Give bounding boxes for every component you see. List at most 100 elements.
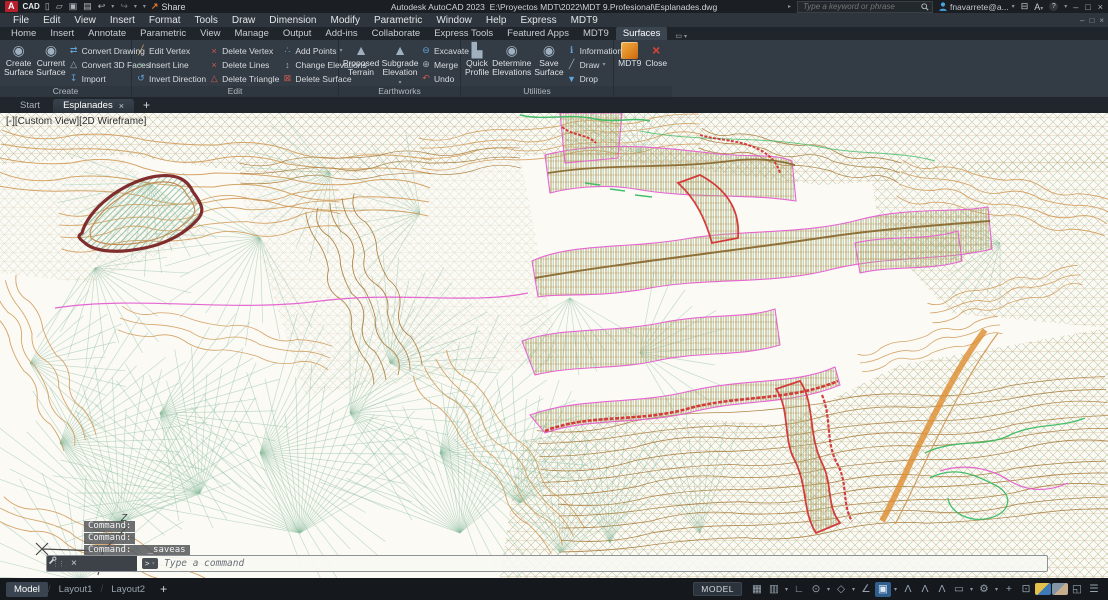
invert-direction-button[interactable]: ↺ Invert Direction (136, 72, 206, 85)
command-close-icon[interactable]: × (71, 558, 77, 569)
close-surfaces-button[interactable]: × Close (645, 42, 669, 68)
undo-icon[interactable]: ↩ (98, 1, 106, 12)
search-input[interactable] (800, 1, 918, 12)
layout-tab-model[interactable]: Model (6, 581, 48, 597)
polar-caret-icon[interactable]: ▾ (825, 586, 832, 593)
scale-list-caret-icon[interactable]: ▾ (968, 586, 975, 593)
annotation-scale-icon[interactable]: Ʌ (934, 582, 950, 597)
isodraft-caret-icon[interactable]: ▾ (850, 586, 857, 593)
command-line-bar[interactable]: ⋮⋮ × > ▾ Type a command (46, 555, 1048, 572)
file-tab-close-icon[interactable]: × (119, 101, 124, 111)
snap-mode-icon[interactable]: ▥ (766, 582, 782, 597)
proposed-terrain-button[interactable]: ▲ Proposed Terrain (343, 42, 379, 77)
object-snap-caret-icon[interactable]: ▾ (892, 586, 899, 593)
drawing-viewport[interactable]: [-][Custom View][2D Wireframe] Z Command… (0, 113, 1108, 578)
tab-output[interactable]: Output (276, 27, 319, 40)
edit-vertex-button[interactable]: ╱ Edit Vertex (136, 44, 206, 57)
recent-commands-icon[interactable]: > ▾ (142, 558, 159, 569)
file-tab-esplanades[interactable]: Esplanades × (53, 99, 134, 113)
polar-tracking-icon[interactable]: ⊙ (808, 582, 824, 597)
tab-surfaces[interactable]: Surfaces (615, 27, 668, 40)
panel-label-utilities[interactable]: Utilities (461, 86, 613, 97)
menu-modify[interactable]: Modify (324, 15, 367, 26)
help-icon[interactable]: ? (1049, 2, 1059, 11)
ribbon-display-toggle[interactable]: ▭ ▾ (675, 32, 687, 40)
object-snap-icon[interactable]: ▣ (875, 581, 891, 597)
layout-tab-layout2[interactable]: Layout2 (103, 582, 153, 597)
delete-vertex-button[interactable]: × Delete Vertex (209, 44, 279, 57)
menu-edit[interactable]: Edit (36, 15, 67, 26)
delete-lines-button[interactable]: × Delete Lines (209, 58, 279, 71)
menu-tools[interactable]: Tools (188, 15, 225, 26)
isolate-objects-icon[interactable]: ⊡ (1018, 582, 1034, 597)
menu-draw[interactable]: Draw (225, 15, 262, 26)
menu-express[interactable]: Express (513, 15, 563, 26)
customization-menu-icon[interactable]: ☰ (1086, 582, 1102, 597)
close-icon[interactable]: × (1098, 2, 1103, 12)
command-input[interactable]: > ▾ Type a command (137, 556, 1047, 571)
help-caret-icon[interactable]: ▾ (1064, 3, 1067, 10)
menu-dimension[interactable]: Dimension (262, 15, 323, 26)
minimize-icon[interactable]: – (1073, 2, 1078, 12)
menu-insert[interactable]: Insert (103, 15, 142, 26)
panel-label-create[interactable]: Create (0, 86, 131, 97)
layout-tab-layout1[interactable]: Layout1 (51, 582, 101, 597)
object-snap-tracking-icon[interactable]: ∠ (858, 582, 874, 597)
determine-elevations-button[interactable]: ◉ Determine Elevations (492, 42, 531, 77)
new-icon[interactable]: ▯ (45, 1, 50, 12)
search-expand-icon[interactable]: ▸ (788, 3, 791, 10)
subgrade-elevation-button[interactable]: ▲ Subgrade Elevation ▾ (382, 42, 419, 86)
doc-minimize-icon[interactable]: – (1080, 16, 1084, 25)
menu-format[interactable]: Format (142, 15, 188, 26)
undo-caret-icon[interactable]: ▾ (111, 3, 114, 10)
menu-window[interactable]: Window (429, 15, 479, 26)
tab-annotate[interactable]: Annotate (81, 27, 133, 40)
workspace-switching-icon[interactable]: ⚙ (976, 582, 992, 597)
clean-screen-icon[interactable]: ◱ (1069, 582, 1085, 597)
open-icon[interactable]: ▱ (56, 1, 63, 12)
ortho-mode-icon[interactable]: ∟ (791, 582, 807, 597)
tab-add-ins[interactable]: Add-ins (318, 27, 364, 40)
search-icon[interactable] (921, 2, 929, 11)
tab-manage[interactable]: Manage (228, 27, 276, 40)
file-tab-start[interactable]: Start (10, 99, 50, 113)
menu-mdt9[interactable]: MDT9 (564, 15, 605, 26)
panel-label-earthworks[interactable]: Earthworks (339, 86, 460, 98)
model-space-button[interactable]: MODEL (693, 582, 742, 596)
grid-display-icon[interactable]: ▦ (749, 582, 765, 597)
qat-overflow-icon[interactable]: ▾ (143, 3, 146, 10)
autocad-app-menu-icon[interactable]: A (5, 1, 18, 12)
annotation-visibility-icon[interactable]: Ʌ (900, 582, 916, 597)
quick-profile-button[interactable]: ▙ Quick Profile (465, 42, 489, 77)
graphics-performance-icon[interactable]: ▰ (1035, 583, 1051, 595)
delete-triangle-button[interactable]: △ Delete Triangle (209, 72, 280, 85)
redo-caret-icon[interactable]: ▾ (134, 3, 137, 10)
save-icon[interactable]: ▣ (69, 1, 78, 12)
doc-restore-icon[interactable]: □ (1089, 16, 1094, 25)
share-button[interactable]: ↗ Share (151, 1, 186, 12)
doc-close-icon[interactable]: × (1099, 16, 1104, 25)
tab-view[interactable]: View (193, 27, 227, 40)
menu-view[interactable]: View (67, 15, 103, 26)
tab-home[interactable]: Home (4, 27, 43, 40)
account-button[interactable]: fnavarrete@a... ▾ (939, 2, 1015, 12)
new-layout-button[interactable]: + (153, 582, 174, 596)
mdt9-button[interactable]: MDT9 (618, 42, 642, 68)
isodraft-icon[interactable]: ◇ (833, 582, 849, 597)
tab-collaborate[interactable]: Collaborate (365, 27, 428, 40)
viewport-controls[interactable]: [-][Custom View][2D Wireframe] (6, 116, 146, 127)
command-line-grip[interactable]: ⋮⋮ × (47, 556, 137, 571)
panel-label-edit[interactable]: Edit (132, 86, 338, 97)
autodesk-a-button[interactable]: A▾ (1034, 2, 1043, 12)
scale-list-icon[interactable]: ▭ (951, 582, 967, 597)
menu-parametric[interactable]: Parametric (367, 15, 429, 26)
annotation-autoscale-icon[interactable]: Ʌ (917, 582, 933, 597)
save-surface-button[interactable]: ◉ Save Surface (534, 42, 563, 77)
search-box[interactable] (796, 0, 933, 13)
cart-icon[interactable]: ⊟ (1021, 1, 1029, 12)
current-surface-button[interactable]: ◉ Current Surface (36, 42, 65, 77)
menu-file[interactable]: File (6, 15, 36, 26)
create-surface-button[interactable]: ◉ Create Surface (4, 42, 33, 77)
tab-mdt9[interactable]: MDT9 (576, 27, 616, 40)
customization-plus-icon[interactable]: + (1001, 582, 1017, 597)
